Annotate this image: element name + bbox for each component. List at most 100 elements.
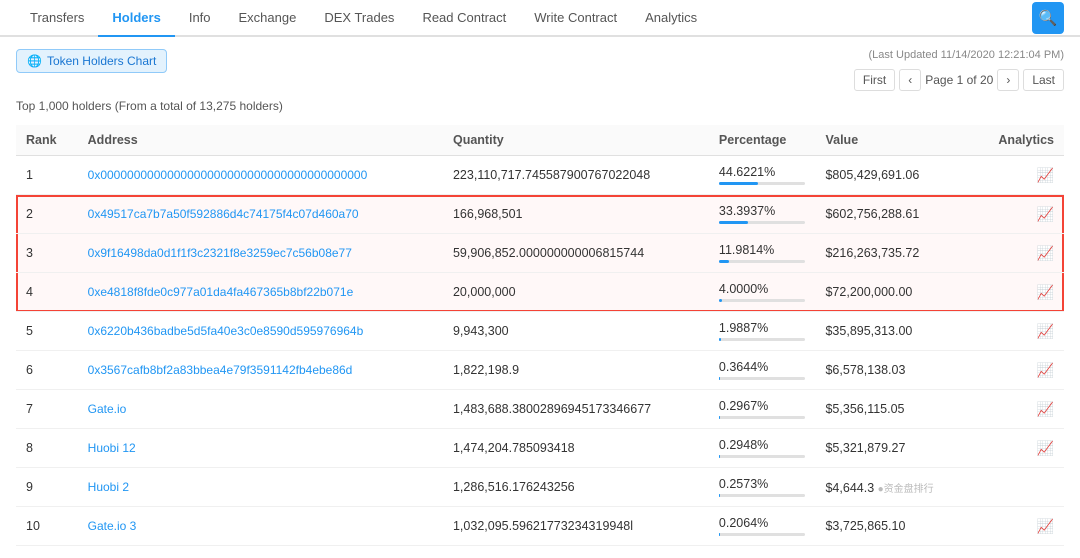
analytics-chart-icon[interactable]: 📈 — [1037, 323, 1054, 339]
cell-percentage: 33.3937% — [709, 195, 816, 234]
col-rank: Rank — [16, 125, 78, 156]
analytics-chart-icon[interactable]: 📈 — [1037, 362, 1054, 378]
nav-item-dex-trades[interactable]: DEX Trades — [310, 0, 408, 35]
cell-quantity: 1,286,516.176243256 — [443, 468, 709, 507]
right-controls: (Last Updated 11/14/2020 12:21:04 PM) Fi… — [854, 49, 1064, 91]
analytics-chart-icon[interactable]: 📈 — [1037, 245, 1054, 261]
analytics-chart-icon[interactable]: 📈 — [1037, 167, 1054, 183]
cell-address[interactable]: 0x3567cafb8bf2a83bbea4e79f3591142fb4ebe8… — [78, 351, 443, 390]
address-link[interactable]: 0xe4818f8fde0c977a01da4fa467365b8bf22b07… — [88, 285, 354, 299]
cell-rank: 1 — [16, 156, 78, 195]
cell-rank: 9 — [16, 468, 78, 507]
address-link[interactable]: 0x9f16498da0d1f1f3c2321f8e3259ec7c56b08e… — [88, 246, 352, 260]
cell-analytics[interactable]: 📈 — [972, 429, 1064, 468]
cell-percentage: 44.6221% — [709, 156, 816, 195]
chart-btn-label: Token Holders Chart — [47, 54, 156, 68]
cell-address[interactable]: 0xe4818f8fde0c977a01da4fa467365b8bf22b07… — [78, 273, 443, 312]
nav-item-info[interactable]: Info — [175, 0, 225, 35]
address-link[interactable]: Gate.io 3 — [88, 519, 137, 533]
address-link[interactable]: Huobi 12 — [88, 441, 136, 455]
prev-page-button[interactable]: ‹ — [899, 69, 921, 91]
table-row: 9Huobi 21,286,516.1762432560.2573%$4,644… — [16, 468, 1064, 507]
nav-bar: TransfersHoldersInfoExchangeDEX TradesRe… — [0, 0, 1080, 37]
table-row: 2 0x49517ca7b7a50f592886d4c74175f4c07d460… — [16, 195, 1064, 234]
cell-analytics[interactable]: 📈 — [972, 312, 1064, 351]
cell-percentage: 0.2064% — [709, 507, 816, 546]
address-link[interactable]: 0x6220b436badbe5d5fa40e3c0e8590d59597696… — [88, 324, 364, 338]
address-link[interactable]: 0x3567cafb8bf2a83bbea4e79f3591142fb4ebe8… — [88, 363, 353, 377]
cell-rank: 10 — [16, 507, 78, 546]
token-holders-chart-button[interactable]: 🌐 Token Holders Chart — [16, 49, 167, 73]
cell-quantity: 223,110,717.745587900767022048 — [443, 156, 709, 195]
cell-analytics[interactable] — [972, 468, 1064, 507]
first-page-button[interactable]: First — [854, 69, 895, 91]
cell-analytics[interactable]: 📈 — [972, 195, 1064, 234]
pagination: First ‹ Page 1 of 20 › Last — [854, 69, 1064, 91]
cell-address[interactable]: 0x9f16498da0d1f1f3c2321f8e3259ec7c56b08e… — [78, 234, 443, 273]
cell-analytics[interactable]: 📈 — [972, 273, 1064, 312]
holders-info: Top 1,000 holders (From a total of 13,27… — [16, 99, 1064, 113]
cell-percentage: 4.0000% — [709, 273, 816, 312]
cell-quantity: 59,906,852.000000000006815744 — [443, 234, 709, 273]
chart-icon: 🌐 — [27, 54, 42, 68]
cell-percentage: 0.3644% — [709, 351, 816, 390]
cell-value: $805,429,691.06 — [815, 156, 971, 195]
cell-analytics[interactable]: 📈 — [972, 234, 1064, 273]
cell-quantity: 1,822,198.9 — [443, 351, 709, 390]
analytics-chart-icon[interactable]: 📈 — [1037, 518, 1054, 534]
cell-rank: 5 — [16, 312, 78, 351]
cell-percentage: 0.2967% — [709, 390, 816, 429]
cell-address[interactable]: Gate.io 3 — [78, 507, 443, 546]
nav-item-transfers[interactable]: Transfers — [16, 0, 98, 35]
cell-rank: 7 — [16, 390, 78, 429]
cell-percentage: 1.9887% — [709, 312, 816, 351]
nav-item-exchange[interactable]: Exchange — [225, 0, 311, 35]
address-link[interactable]: Gate.io — [88, 402, 127, 416]
cell-value: $35,895,313.00 — [815, 312, 971, 351]
analytics-chart-icon[interactable]: 📈 — [1037, 401, 1054, 417]
address-link[interactable]: 0x49517ca7b7a50f592886d4c74175f4c07d460a… — [88, 207, 359, 221]
nav-item-read-contract[interactable]: Read Contract — [408, 0, 520, 35]
cell-value: $602,756,288.61 — [815, 195, 971, 234]
cell-address[interactable]: Gate.io — [78, 390, 443, 429]
address-link[interactable]: 0x00000000000000000000000000000000000000… — [88, 168, 368, 182]
cell-analytics[interactable]: 📈 — [972, 507, 1064, 546]
cell-quantity: 1,483,688.38002896945173346677 — [443, 390, 709, 429]
cell-value: $5,356,115.05 — [815, 390, 971, 429]
address-link[interactable]: Huobi 2 — [88, 480, 129, 494]
last-updated: (Last Updated 11/14/2020 12:21:04 PM) — [869, 49, 1065, 61]
cell-quantity: 20,000,000 — [443, 273, 709, 312]
cell-quantity: 9,943,300 — [443, 312, 709, 351]
search-button[interactable]: 🔍 — [1032, 2, 1064, 34]
table-row: 10Gate.io 31,032,095.59621773234319948l0… — [16, 507, 1064, 546]
nav-item-analytics[interactable]: Analytics — [631, 0, 711, 35]
cell-address[interactable]: 0x00000000000000000000000000000000000000… — [78, 156, 443, 195]
cell-value: $4,644.3 ●资金盘排行 — [815, 468, 971, 507]
cell-value: $5,321,879.27 — [815, 429, 971, 468]
analytics-chart-icon[interactable]: 📈 — [1037, 440, 1054, 456]
cell-analytics[interactable]: 📈 — [972, 390, 1064, 429]
nav-item-holders[interactable]: Holders — [98, 0, 174, 37]
cell-analytics[interactable]: 📈 — [972, 156, 1064, 195]
cell-address[interactable]: Huobi 12 — [78, 429, 443, 468]
cell-address[interactable]: 0x6220b436badbe5d5fa40e3c0e8590d59597696… — [78, 312, 443, 351]
last-page-button[interactable]: Last — [1023, 69, 1064, 91]
col-analytics: Analytics — [972, 125, 1064, 156]
table-row: 40xe4818f8fde0c977a01da4fa467365b8bf22b0… — [16, 273, 1064, 312]
cell-rank: 2 — [16, 195, 78, 234]
next-page-button[interactable]: › — [997, 69, 1019, 91]
cell-quantity: 166,968,501 — [443, 195, 709, 234]
cell-percentage: 0.2948% — [709, 429, 816, 468]
table-row: 60x3567cafb8bf2a83bbea4e79f3591142fb4ebe… — [16, 351, 1064, 390]
analytics-chart-icon[interactable]: 📈 — [1037, 206, 1054, 222]
nav-item-write-contract[interactable]: Write Contract — [520, 0, 631, 35]
cell-address[interactable]: 0x49517ca7b7a50f592886d4c74175f4c07d460a… — [78, 195, 443, 234]
table-row: 1 0x0000000000000000000000000000000000000… — [16, 156, 1064, 195]
table-row: 30x9f16498da0d1f1f3c2321f8e3259ec7c56b08… — [16, 234, 1064, 273]
col-address: Address — [78, 125, 443, 156]
cell-rank: 8 — [16, 429, 78, 468]
cell-address[interactable]: Huobi 2 — [78, 468, 443, 507]
analytics-chart-icon[interactable]: 📈 — [1037, 284, 1054, 300]
cell-analytics[interactable]: 📈 — [972, 351, 1064, 390]
table-row: 7 Gate.io 1,483,688.380028969451733466770.… — [16, 390, 1064, 429]
